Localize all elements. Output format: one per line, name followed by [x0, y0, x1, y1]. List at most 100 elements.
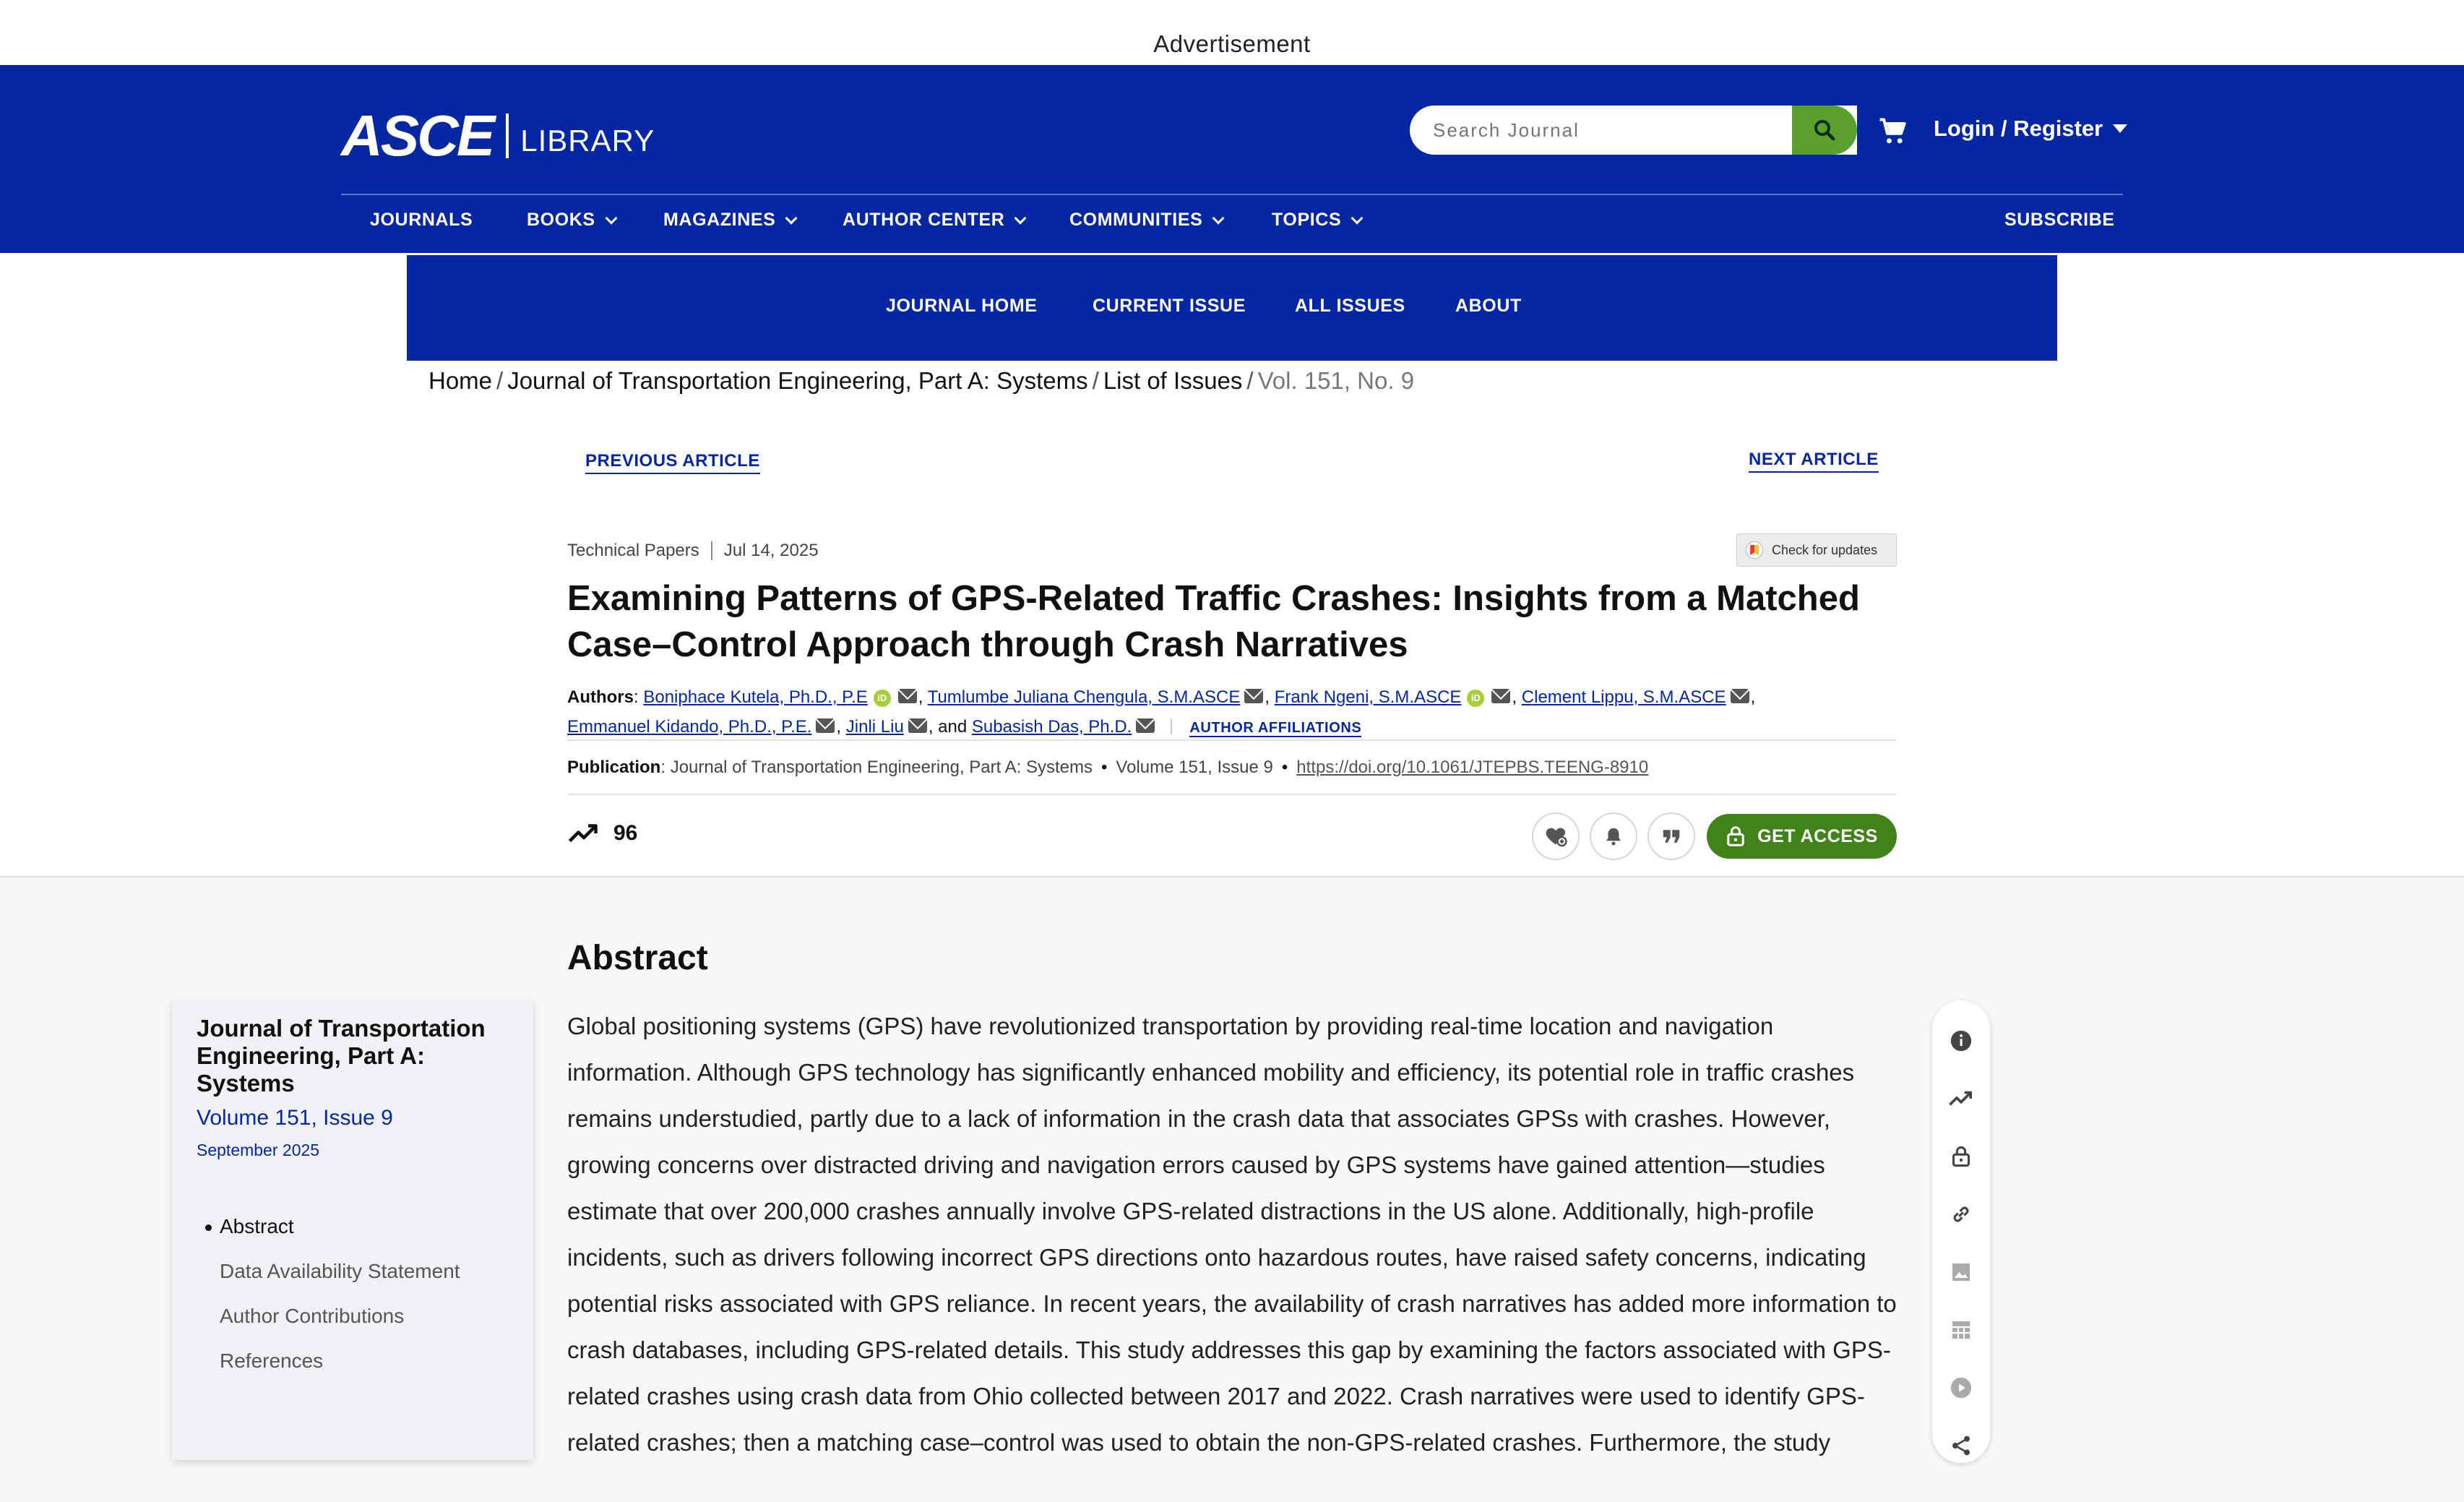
email-icon[interactable]	[1136, 718, 1155, 733]
breadcrumb-home[interactable]: Home	[428, 367, 492, 394]
subnav-all-issues[interactable]: ALL ISSUES	[1295, 296, 1405, 317]
subnav-journal-home[interactable]: JOURNAL HOME	[886, 296, 1038, 317]
table-icon[interactable]	[1948, 1317, 1974, 1343]
publication-journal[interactable]: Journal of Transportation Engineering, P…	[671, 758, 1093, 777]
chevron-down-icon	[605, 212, 618, 224]
chevron-down-icon	[785, 212, 798, 224]
asce-library-logo[interactable]: ASCE LIBRARY	[341, 107, 655, 165]
publication-label: Publication	[567, 758, 661, 777]
alert-button[interactable]	[1590, 812, 1637, 860]
toc-item-author-contributions[interactable]: Author Contributions	[220, 1304, 509, 1329]
site-header: ASCE LIBRARY Login / Register JOURNALS B…	[0, 65, 2464, 253]
cite-button[interactable]	[1647, 812, 1695, 860]
orcid-icon[interactable]: iD	[873, 690, 891, 707]
email-icon[interactable]	[1730, 689, 1749, 703]
main-navigation: JOURNALS BOOKS MAGAZINES AUTHOR CENTER C…	[341, 210, 2123, 241]
divider	[567, 794, 1897, 795]
author-link[interactable]: Boniphace Kutela, Ph.D., P.E	[643, 687, 867, 707]
trending-up-icon	[568, 824, 598, 843]
publication-info: Publication: Journal of Transportation E…	[567, 758, 1649, 777]
toc-volume[interactable]: Volume 151, Issue 9	[197, 1106, 393, 1130]
author-link[interactable]: Subasish Das, Ph.D.	[972, 717, 1132, 737]
authors-label: Authors	[567, 687, 634, 707]
search-input[interactable]	[1433, 119, 1823, 142]
breadcrumb-separator: /	[1246, 367, 1254, 394]
cart-icon[interactable]	[1877, 116, 1909, 147]
article-title: Examining Patterns of GPS-Related Traffi…	[567, 579, 1860, 664]
email-icon[interactable]	[1491, 689, 1511, 703]
heart-add-icon	[1546, 828, 1567, 847]
author-link[interactable]: Tumlumbe Juliana Chengula, S.M.ASCE	[928, 687, 1241, 707]
toc-item-data-availability[interactable]: Data Availability Statement	[220, 1259, 509, 1284]
nav-communities[interactable]: COMMUNITIES	[1069, 210, 1225, 231]
orcid-icon[interactable]: iD	[1467, 690, 1485, 707]
nav-communities-label: COMMUNITIES	[1069, 210, 1203, 230]
nav-topics[interactable]: TOPICS	[1272, 210, 1364, 231]
nav-journals[interactable]: JOURNALS	[370, 210, 473, 231]
email-icon[interactable]	[1244, 689, 1264, 703]
article-meta: Technical Papers Jul 14, 2025	[567, 541, 819, 561]
nav-books[interactable]: BOOKS	[527, 210, 618, 231]
get-access-button[interactable]: GET ACCESS	[1707, 814, 1897, 859]
nav-author-center-label: AUTHOR CENTER	[843, 210, 1005, 230]
subnav-current-issue[interactable]: CURRENT ISSUE	[1093, 296, 1246, 317]
side-toolbar	[1932, 1000, 1990, 1463]
article-date: Jul 14, 2025	[723, 541, 819, 560]
author-link[interactable]: Emmanuel Kidando, Ph.D., P.E.	[567, 717, 811, 737]
search-button[interactable]	[1792, 106, 1857, 155]
author-link[interactable]: Clement Lippu, S.M.ASCE	[1522, 687, 1726, 707]
next-article-link[interactable]: NEXT ARTICLE	[1749, 450, 1879, 473]
bullet: •	[1101, 758, 1108, 777]
article-type[interactable]: Technical Papers	[567, 541, 699, 561]
share-icon[interactable]	[1948, 1433, 1974, 1459]
check-for-updates-button[interactable]: Check for updates	[1736, 533, 1897, 567]
lock-icon[interactable]	[1948, 1143, 1974, 1170]
email-icon[interactable]	[816, 718, 835, 733]
info-icon[interactable]	[1948, 1028, 1974, 1054]
bell-icon	[1606, 828, 1621, 846]
abstract-text: Global positioning systems (GPS) have re…	[567, 1013, 1897, 1456]
breadcrumb-issues[interactable]: List of Issues	[1103, 367, 1243, 394]
author-link[interactable]: Jinli Liu	[846, 717, 904, 737]
nav-subscribe[interactable]: SUBSCRIBE	[2004, 210, 2115, 231]
toc-journal-name[interactable]: Journal of Transportation Engineering, P…	[197, 1015, 514, 1097]
nav-journals-label: JOURNALS	[370, 210, 473, 230]
search-icon	[1814, 120, 1835, 141]
author-link[interactable]: Frank Ngeni, S.M.ASCE	[1275, 687, 1462, 707]
doi-link[interactable]: https://doi.org/10.1061/JTEPBS.TEENG-891…	[1296, 758, 1648, 777]
search-field[interactable]	[1410, 106, 1857, 155]
breadcrumb-journal[interactable]: Journal of Transportation Engineering, P…	[507, 367, 1087, 394]
logo-library-text: LIBRARY	[520, 124, 655, 158]
table-of-contents: Journal of Transportation Engineering, P…	[172, 1000, 533, 1460]
play-icon[interactable]	[1948, 1375, 1974, 1401]
logo-asce-text: ASCE	[341, 103, 495, 168]
breadcrumb-separator: /	[496, 367, 504, 394]
author-affiliations-link[interactable]: AUTHOR AFFILIATIONS	[1189, 720, 1362, 737]
article-metrics[interactable]: 96	[567, 821, 637, 846]
quote-icon	[1663, 830, 1680, 843]
previous-article-link[interactable]: PREVIOUS ARTICLE	[585, 451, 760, 474]
email-icon[interactable]	[897, 689, 917, 703]
image-icon[interactable]	[1948, 1259, 1974, 1285]
toc-item-references[interactable]: References	[220, 1349, 509, 1373]
bullet: •	[1281, 758, 1288, 777]
lock-icon	[1727, 826, 1744, 846]
nav-topics-label: TOPICS	[1272, 210, 1342, 230]
advertisement-banner: Advertisement	[0, 0, 2464, 65]
chevron-down-icon	[1014, 212, 1027, 224]
divider	[567, 739, 1897, 741]
email-icon[interactable]	[908, 718, 927, 733]
nav-magazines[interactable]: MAGAZINES	[663, 210, 798, 231]
favorite-button[interactable]	[1532, 812, 1580, 860]
and-text: and	[938, 717, 968, 737]
advertisement-label: Advertisement	[1153, 30, 1311, 57]
publication-volume[interactable]: Volume 151, Issue 9	[1116, 758, 1272, 777]
nav-books-label: BOOKS	[527, 210, 595, 230]
nav-author-center[interactable]: AUTHOR CENTER	[843, 210, 1027, 231]
caret-down-icon	[2113, 124, 2128, 133]
trending-up-icon[interactable]	[1948, 1086, 1974, 1112]
subnav-about[interactable]: ABOUT	[1455, 296, 1522, 317]
login-register-menu[interactable]: Login / Register	[1934, 116, 2128, 142]
link-icon[interactable]	[1948, 1201, 1974, 1227]
toc-item-abstract[interactable]: Abstract	[205, 1214, 509, 1239]
